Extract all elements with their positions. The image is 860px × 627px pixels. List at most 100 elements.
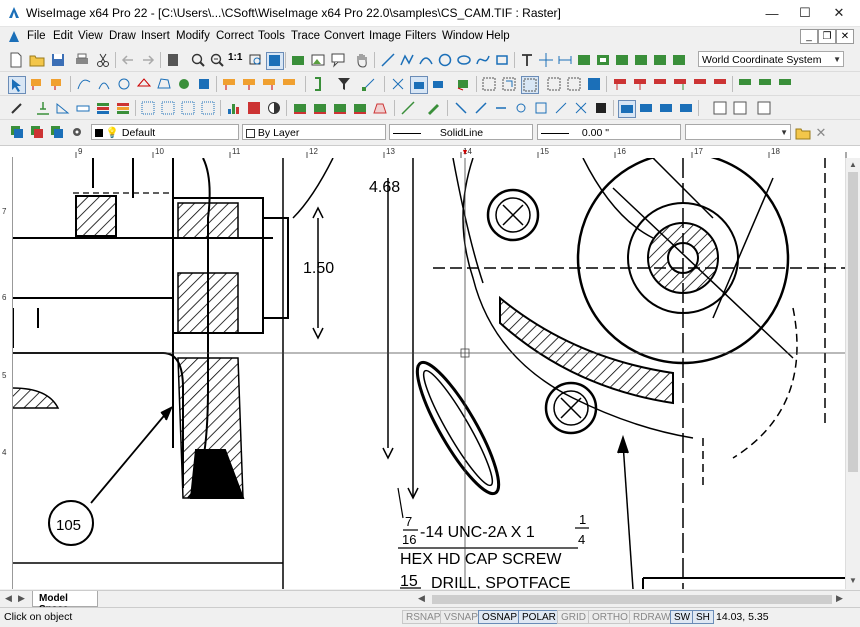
coordinate-system-select[interactable]: World Coordinate System ▼ (698, 51, 844, 67)
bracket-tool-icon[interactable] (311, 76, 327, 92)
stamp-icon[interactable] (35, 100, 51, 116)
table-icon-1[interactable] (712, 100, 728, 116)
redo-icon[interactable] (140, 52, 156, 68)
arc-tool-icon[interactable] (418, 52, 434, 68)
clear-icon[interactable]: ✕ (813, 125, 829, 141)
menu-filters[interactable]: Filters (405, 30, 436, 42)
filter-icon-3[interactable] (261, 76, 277, 92)
zoom-window-icon[interactable] (248, 52, 264, 68)
raster-fill-icon[interactable] (176, 76, 192, 92)
zoom-in-icon[interactable] (190, 52, 206, 68)
clear-selection-icon[interactable] (586, 76, 602, 92)
dimension-icon[interactable] (557, 52, 573, 68)
linetype-select[interactable]: SolidLine (389, 124, 533, 140)
text-tool-icon[interactable] (519, 52, 535, 68)
raster-polygon-icon[interactable] (156, 76, 172, 92)
menu-insert[interactable]: Insert (141, 30, 170, 42)
raster-icon[interactable] (614, 52, 630, 68)
redline-icon-1[interactable] (612, 76, 628, 92)
snap-icon-1[interactable] (453, 100, 469, 116)
close-button[interactable]: ✕ (822, 0, 856, 26)
menu-image[interactable]: Image (369, 30, 401, 42)
select-object-icon[interactable] (49, 76, 65, 92)
filter-icon-4[interactable] (281, 76, 297, 92)
ellipse-tool-icon[interactable] (456, 52, 472, 68)
horizontal-scroll-thumb[interactable] (432, 595, 832, 604)
zoom-out-icon[interactable] (209, 52, 225, 68)
pan-hand-icon[interactable] (354, 52, 370, 68)
measure-icon[interactable] (400, 100, 416, 116)
cut-raster-icon[interactable] (390, 76, 406, 92)
mdi-minimize-button[interactable]: _ (800, 29, 818, 44)
contrast-icon[interactable] (266, 100, 282, 116)
snap-icon-3[interactable] (493, 100, 509, 116)
raster-arc-icon[interactable] (96, 76, 112, 92)
crop-icon-2[interactable] (312, 100, 328, 116)
insert-image-icon[interactable] (633, 52, 649, 68)
envelope-icon-1[interactable] (618, 100, 636, 118)
new-file-icon[interactable] (8, 52, 24, 68)
hatch-icon[interactable] (576, 52, 592, 68)
mdi-restore-button[interactable]: ❐ (818, 29, 836, 44)
settings-gear-icon[interactable] (69, 124, 85, 140)
undo-icon[interactable] (120, 52, 136, 68)
menu-window[interactable]: Window (442, 30, 483, 42)
funnel-filter-icon[interactable] (336, 76, 352, 92)
menu-draw[interactable]: Draw (109, 30, 136, 42)
scroll-down-icon[interactable]: ▼ (849, 576, 857, 585)
ruler-tool-icon[interactable] (75, 100, 91, 116)
snap-icon-2[interactable] (473, 100, 489, 116)
line-tool-icon[interactable] (380, 52, 396, 68)
trapezoid-icon[interactable] (372, 100, 388, 116)
snap-icon-5[interactable] (533, 100, 549, 116)
zoom-extents-icon[interactable] (266, 52, 284, 70)
color-bar-icon-2[interactable] (115, 100, 131, 116)
toggle-ortho[interactable]: ORTHO (588, 610, 632, 624)
levels-icon[interactable] (246, 100, 262, 116)
toggle-osnap[interactable]: OSNAP (478, 610, 522, 624)
redline-icon-6[interactable] (712, 76, 728, 92)
snap-icon-6[interactable] (553, 100, 569, 116)
toggle-rsnap[interactable]: RSNAP (402, 610, 445, 624)
node-edit-icon[interactable] (361, 76, 377, 92)
redline-icon-5[interactable] (692, 76, 708, 92)
properties-icon[interactable] (165, 52, 181, 68)
dither-icon-1[interactable] (140, 100, 156, 116)
drawing-canvas[interactable]: 4.68 1.50 105 7 16 -14 UNC-2A X 1 1 4 HE… (13, 158, 845, 589)
toggle-sw[interactable]: SW (670, 610, 695, 624)
crop-icon-1[interactable] (292, 100, 308, 116)
pen-icon[interactable] (9, 100, 25, 116)
envelope-icon-2[interactable] (638, 100, 654, 116)
tab-prev-icon[interactable]: ◀ (5, 593, 12, 604)
dither-icon-3[interactable] (180, 100, 196, 116)
layer-icon[interactable] (290, 52, 306, 68)
text-ab-icon[interactable] (756, 100, 772, 116)
scroll-up-icon[interactable]: ▲ (849, 160, 857, 169)
raster-text-icon[interactable] (196, 76, 212, 92)
snap-icon-8[interactable] (593, 100, 609, 116)
toggle-polar[interactable]: POLAR (518, 610, 560, 624)
filter-icon-2[interactable] (241, 76, 257, 92)
toggle-sh[interactable]: SH (692, 610, 714, 624)
redline-icon-2[interactable] (632, 76, 648, 92)
print-icon[interactable] (74, 52, 90, 68)
dither-icon-2[interactable] (160, 100, 176, 116)
scroll-right-icon[interactable]: ▶ (836, 593, 843, 604)
raster-shape-icon[interactable] (136, 76, 152, 92)
layers-icon[interactable] (9, 124, 25, 140)
callout-icon[interactable] (330, 52, 346, 68)
polyline-tool-icon[interactable] (399, 52, 415, 68)
image-view-icon[interactable] (310, 52, 326, 68)
menu-tools[interactable]: Tools (258, 30, 285, 42)
rectangle-tool-icon[interactable] (494, 52, 510, 68)
envelope-icon-4[interactable] (678, 100, 694, 116)
move-raster-icon[interactable] (430, 76, 446, 92)
erase-raster-icon[interactable] (410, 76, 428, 94)
dither-icon-4[interactable] (200, 100, 216, 116)
envelope-icon-3[interactable] (658, 100, 674, 116)
zoom-actual-icon[interactable]: 1:1 (228, 52, 244, 68)
markup-icon-3[interactable] (777, 76, 793, 92)
markup-icon-1[interactable] (737, 76, 753, 92)
vector-icon[interactable] (652, 52, 668, 68)
filter-icon-1[interactable] (221, 76, 237, 92)
